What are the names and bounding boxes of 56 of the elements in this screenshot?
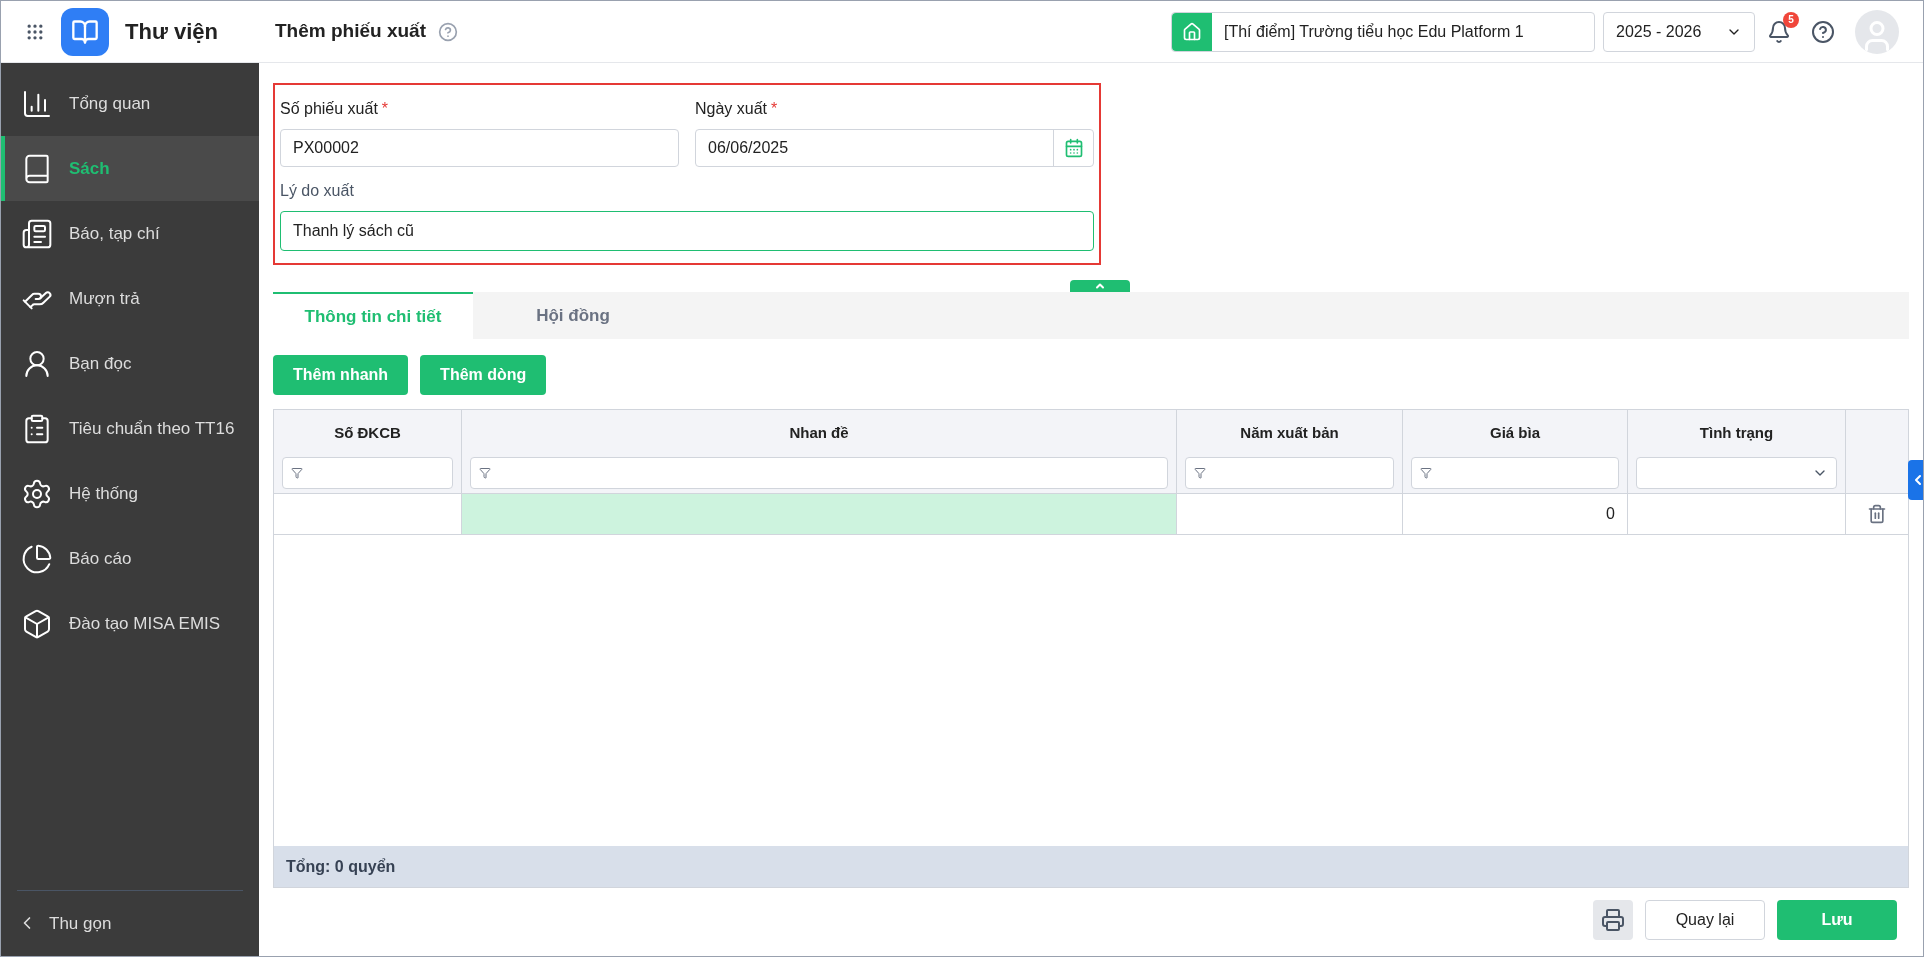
table-cell[interactable]: 0 bbox=[1403, 493, 1628, 534]
filter-field[interactable] bbox=[470, 456, 1168, 489]
collapse-button[interactable]: Thu gọn bbox=[17, 889, 243, 936]
sidebar-item[interactable]: Báo cáo bbox=[1, 526, 259, 591]
year-selector[interactable]: 2025 - 2026 bbox=[1603, 11, 1755, 52]
column-header: Tình trạng bbox=[1698, 423, 1775, 443]
filter-icon bbox=[291, 466, 303, 479]
sidebar-item[interactable]: Hệ thống bbox=[1, 461, 259, 526]
sidebar-item[interactable]: Tiêu chuẩn theo TT16 bbox=[1, 396, 259, 461]
filter-icon bbox=[479, 466, 491, 479]
input-field[interactable]: Thanh lý sách cũ bbox=[280, 211, 1094, 251]
required-mark: * bbox=[381, 100, 389, 117]
side-panel-toggle[interactable] bbox=[1908, 460, 1923, 500]
input-field[interactable]: PX00002 bbox=[280, 129, 679, 167]
filter-icon bbox=[1420, 466, 1432, 479]
app-logo bbox=[61, 7, 109, 56]
school-selector[interactable]: [Thí điểm] Trường tiểu học Edu Platform 1 bbox=[1171, 11, 1595, 52]
delete-icon[interactable] bbox=[1867, 503, 1887, 524]
field-label: Lý do xuất bbox=[280, 181, 355, 201]
tab[interactable]: Hội đồng bbox=[473, 292, 673, 339]
column-header: Năm xuất bản bbox=[1239, 423, 1340, 443]
required-mark: * bbox=[771, 100, 778, 117]
sidebar-item[interactable]: Bạn đọc bbox=[1, 331, 259, 396]
filter-field[interactable] bbox=[282, 456, 453, 489]
house-icon bbox=[1182, 21, 1202, 42]
column-header: Giá bìa bbox=[1489, 423, 1541, 443]
calendar-icon[interactable] bbox=[1063, 138, 1084, 158]
sidebar-item[interactable]: Báo, tạp chí bbox=[1, 201, 259, 266]
cube-icon bbox=[21, 607, 53, 640]
newspaper-icon bbox=[21, 217, 53, 250]
app-title: Thư viện bbox=[125, 18, 218, 46]
page-title: Thêm phiếu xuất bbox=[275, 19, 426, 44]
table-footer: Tổng: 0 quyển bbox=[274, 846, 1908, 887]
pie-chart-icon bbox=[21, 542, 53, 575]
field-label: Số phiếu xuất bbox=[280, 100, 378, 117]
sidebar-item[interactable]: Đào tạo MISA EMIS bbox=[1, 591, 259, 656]
filter-icon bbox=[1194, 466, 1206, 479]
sidebar-item[interactable]: Mượn trả bbox=[1, 266, 259, 331]
print-button[interactable] bbox=[1593, 900, 1633, 940]
gear-icon bbox=[21, 477, 53, 510]
sidebar-item[interactable]: Tổng quan bbox=[1, 71, 259, 136]
collapse-toggle[interactable] bbox=[1070, 280, 1130, 292]
help-icon[interactable] bbox=[1811, 19, 1835, 44]
filter-dropdown[interactable] bbox=[1636, 456, 1837, 489]
filter-field[interactable] bbox=[1185, 456, 1394, 489]
column-header: Nhan đề bbox=[788, 423, 850, 443]
printer-icon bbox=[1601, 908, 1625, 932]
filter-field[interactable] bbox=[1411, 456, 1619, 489]
table-cell[interactable] bbox=[462, 493, 1177, 534]
column-header: Số ĐKCB bbox=[333, 423, 402, 443]
date-field[interactable]: 06/06/2025 bbox=[695, 129, 1094, 167]
back-button[interactable]: Quay lại bbox=[1645, 900, 1765, 940]
field-label: Ngày xuất bbox=[695, 100, 768, 117]
sidebar-item[interactable]: Sách bbox=[1, 136, 259, 201]
avatar[interactable] bbox=[1855, 9, 1899, 54]
notification-badge: 5 bbox=[1783, 11, 1799, 28]
